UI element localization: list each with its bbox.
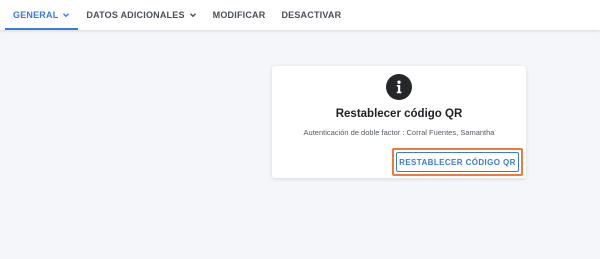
tab-datos-adicionales-label: DATOS ADICIONALES bbox=[86, 10, 185, 20]
tab-desactivar[interactable]: DESACTIVAR bbox=[273, 0, 349, 30]
tab-modificar-label: MODIFICAR bbox=[212, 10, 266, 20]
tab-datos-adicionales[interactable]: DATOS ADICIONALES bbox=[78, 0, 204, 30]
reset-qr-code-button[interactable]: RESTABLECER CÓDIGO QR bbox=[396, 152, 519, 172]
card-subtitle: Autenticación de doble factor : Corral F… bbox=[303, 128, 495, 137]
tab-desactivar-label: DESACTIVAR bbox=[281, 10, 342, 20]
card-title: Restablecer código QR bbox=[335, 108, 463, 120]
tab-modificar[interactable]: MODIFICAR bbox=[205, 0, 274, 30]
tab-general[interactable]: GENERAL bbox=[5, 0, 79, 30]
tab-general-label: GENERAL bbox=[13, 10, 59, 20]
tab-bar: GENERAL DATOS ADICIONALES MODIFICAR DESA… bbox=[0, 0, 600, 30]
chevron-down-icon bbox=[62, 11, 70, 19]
reset-qr-card: Restablecer código QR Autenticación de d… bbox=[272, 66, 526, 178]
chevron-down-icon bbox=[189, 11, 197, 19]
info-icon bbox=[386, 74, 412, 100]
